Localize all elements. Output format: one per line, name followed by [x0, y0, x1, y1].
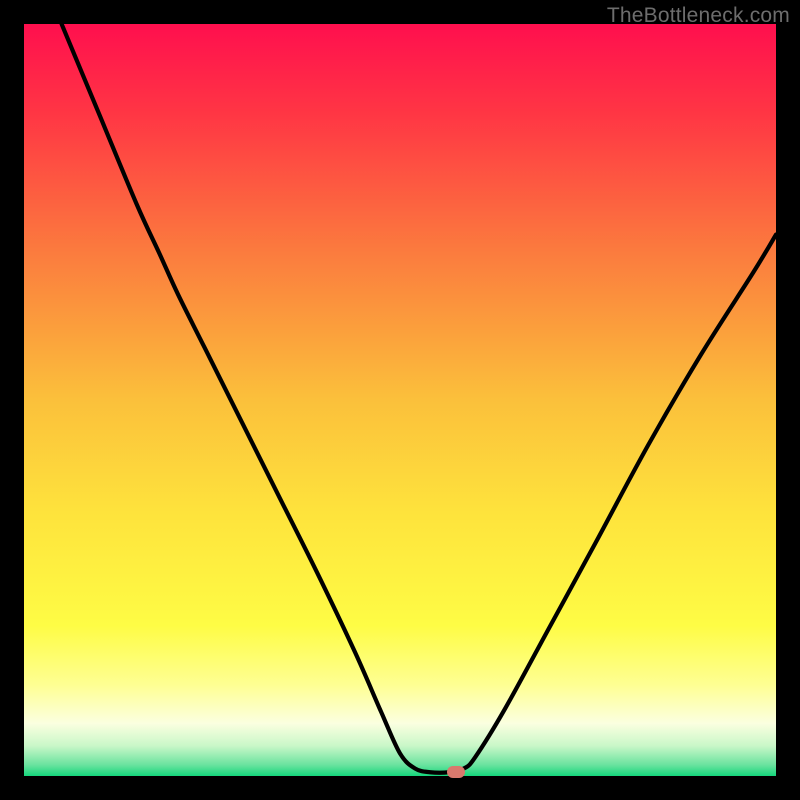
optimum-marker	[447, 766, 465, 778]
bottleneck-curve	[62, 24, 776, 773]
plot-area	[24, 24, 776, 776]
bottleneck-chart: TheBottleneck.com	[0, 0, 800, 800]
curve-layer	[24, 24, 776, 776]
watermark-text: TheBottleneck.com	[607, 4, 790, 28]
